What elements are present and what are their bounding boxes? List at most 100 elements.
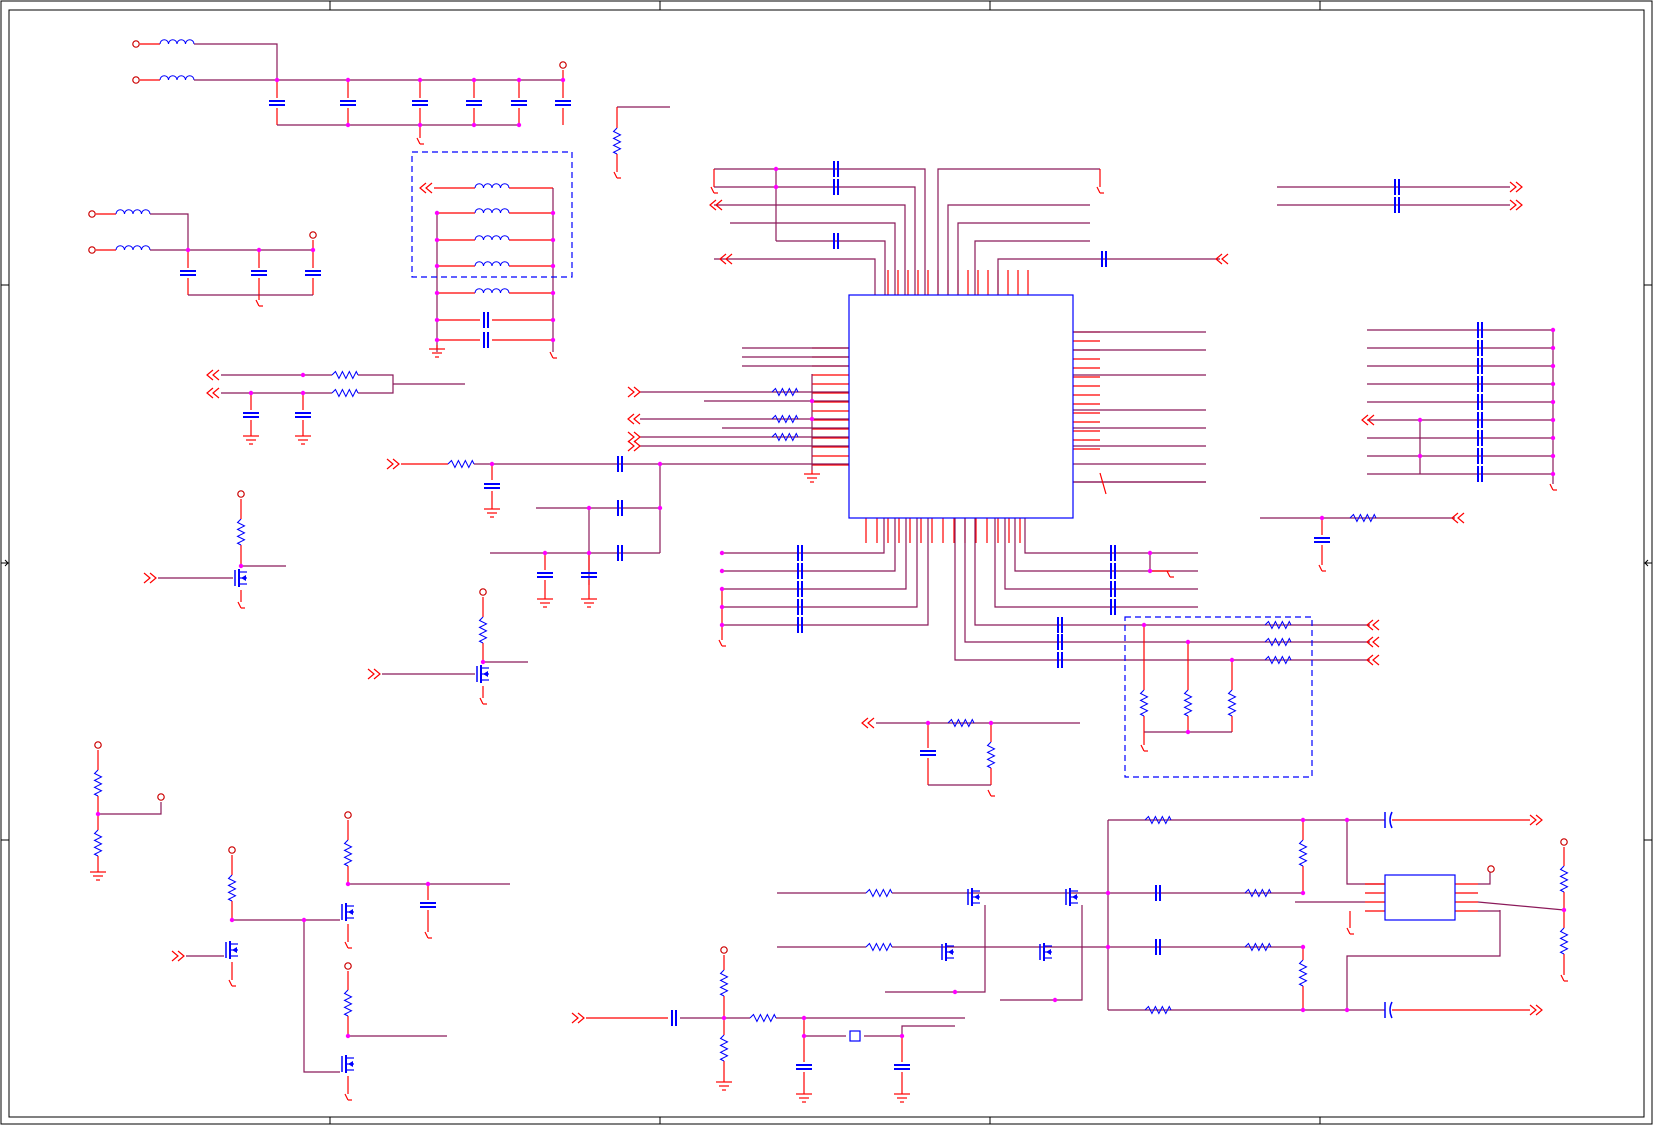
power-flag-icon (720, 946, 728, 954)
output-port-icon (627, 440, 641, 452)
junction-dot (657, 505, 663, 511)
ground-stub-icon (710, 186, 719, 194)
junction-dot (1417, 417, 1423, 423)
ground-stub-icon (344, 941, 353, 949)
junction-dot (229, 917, 235, 923)
junction-dot (719, 622, 725, 628)
junction-dot (434, 237, 440, 243)
resistor-icon (343, 839, 353, 867)
ground-stub-icon (987, 789, 996, 797)
capacitor-icon (304, 270, 322, 276)
capacitor-icon (465, 100, 483, 106)
schematic-canvas (0, 0, 1653, 1125)
net-wire (150, 213, 189, 250)
net-wire (303, 920, 340, 1073)
junction-dots (95, 77, 1567, 1039)
junction-dot (471, 122, 477, 128)
inductor-icon (159, 75, 195, 81)
power-flag-icon (559, 61, 567, 69)
junction-dot (1147, 550, 1153, 556)
resistor-icon (1298, 959, 1308, 987)
junction-dot (516, 77, 522, 83)
junction-dot (586, 505, 592, 511)
output-port-icon (1529, 1004, 1543, 1016)
ground-icon (294, 431, 312, 445)
net-wire (714, 204, 906, 295)
net-wire (974, 240, 1090, 295)
ground-icon (715, 1077, 733, 1091)
net-wire (997, 258, 1220, 295)
inductor-icon (474, 261, 510, 267)
resistor-icon (227, 874, 237, 902)
junction-dot (1550, 453, 1556, 459)
ground-stub-icon (613, 171, 622, 179)
resistor-icon (719, 1034, 729, 1062)
power-flag-icon (132, 76, 140, 84)
junction-dot (417, 77, 423, 83)
power-flag-icon (88, 210, 96, 218)
net-wire (358, 374, 394, 394)
power-flag-icon (94, 741, 102, 749)
net-wire (98, 802, 162, 815)
junction-dot (719, 550, 725, 556)
capacitor-icon (1313, 537, 1331, 543)
power-flag-icon (1487, 865, 1495, 873)
capacitor-icon (483, 311, 489, 329)
junction-dot (248, 390, 254, 396)
junction-dot (550, 237, 556, 243)
junction-dot (1229, 657, 1235, 663)
capacitor-icon (411, 100, 429, 106)
net-wire (714, 258, 876, 295)
inductor-icon (474, 288, 510, 294)
junction-dot (345, 77, 351, 83)
net-wire (964, 518, 1370, 643)
net-wire (194, 43, 278, 80)
junction-dot (1105, 944, 1111, 950)
junction-dot (773, 166, 779, 172)
power-flag-icon (237, 490, 245, 498)
mosfet-icon (1065, 887, 1079, 907)
junction-dot (1550, 435, 1556, 441)
junction-dot (1147, 568, 1153, 574)
inductor-icon (159, 39, 195, 45)
resistor-icon (331, 370, 359, 380)
junction-dot (657, 461, 663, 467)
junction-dot (1185, 729, 1191, 735)
capacitor-icon (671, 1009, 677, 1027)
ground-stub-icon (718, 639, 727, 647)
ground-stub-icon (416, 137, 425, 145)
mosfet-icon (341, 902, 355, 922)
ground-stub-icon (1140, 744, 1149, 752)
output-port-icon (143, 572, 157, 584)
resistor-icon (93, 769, 103, 797)
mosfet-icon (476, 664, 490, 684)
junction-dot (719, 604, 725, 610)
ground-stub-icon (1166, 570, 1175, 578)
ground-stub-icon (228, 979, 237, 987)
resistor-icon (1139, 689, 1149, 717)
junction-dot (542, 550, 548, 556)
ground-icon (483, 504, 501, 518)
input-port-icon (627, 413, 641, 425)
net-wire (1346, 820, 1385, 885)
input-port-icon (206, 369, 220, 381)
junction-dot (1550, 471, 1556, 477)
junction-dot (550, 317, 556, 323)
junction-dot (1550, 399, 1556, 405)
output-port-icon (627, 431, 641, 443)
ground-icon (795, 1089, 813, 1103)
net-wire (1014, 518, 1198, 572)
junction-dot (238, 563, 244, 569)
ground-stub-icon (424, 931, 433, 939)
junction-dot (925, 720, 931, 726)
junction-dot (719, 568, 725, 574)
junction-dot (310, 247, 316, 253)
zone-arrow (2, 559, 9, 567)
power-flag-icon (479, 588, 487, 596)
junction-dot (1052, 997, 1058, 1003)
net-wire (885, 905, 986, 993)
resistor-icon (1183, 689, 1193, 717)
junction-dot (434, 337, 440, 343)
junction-dot (952, 989, 958, 995)
inductor-icon (474, 183, 510, 189)
